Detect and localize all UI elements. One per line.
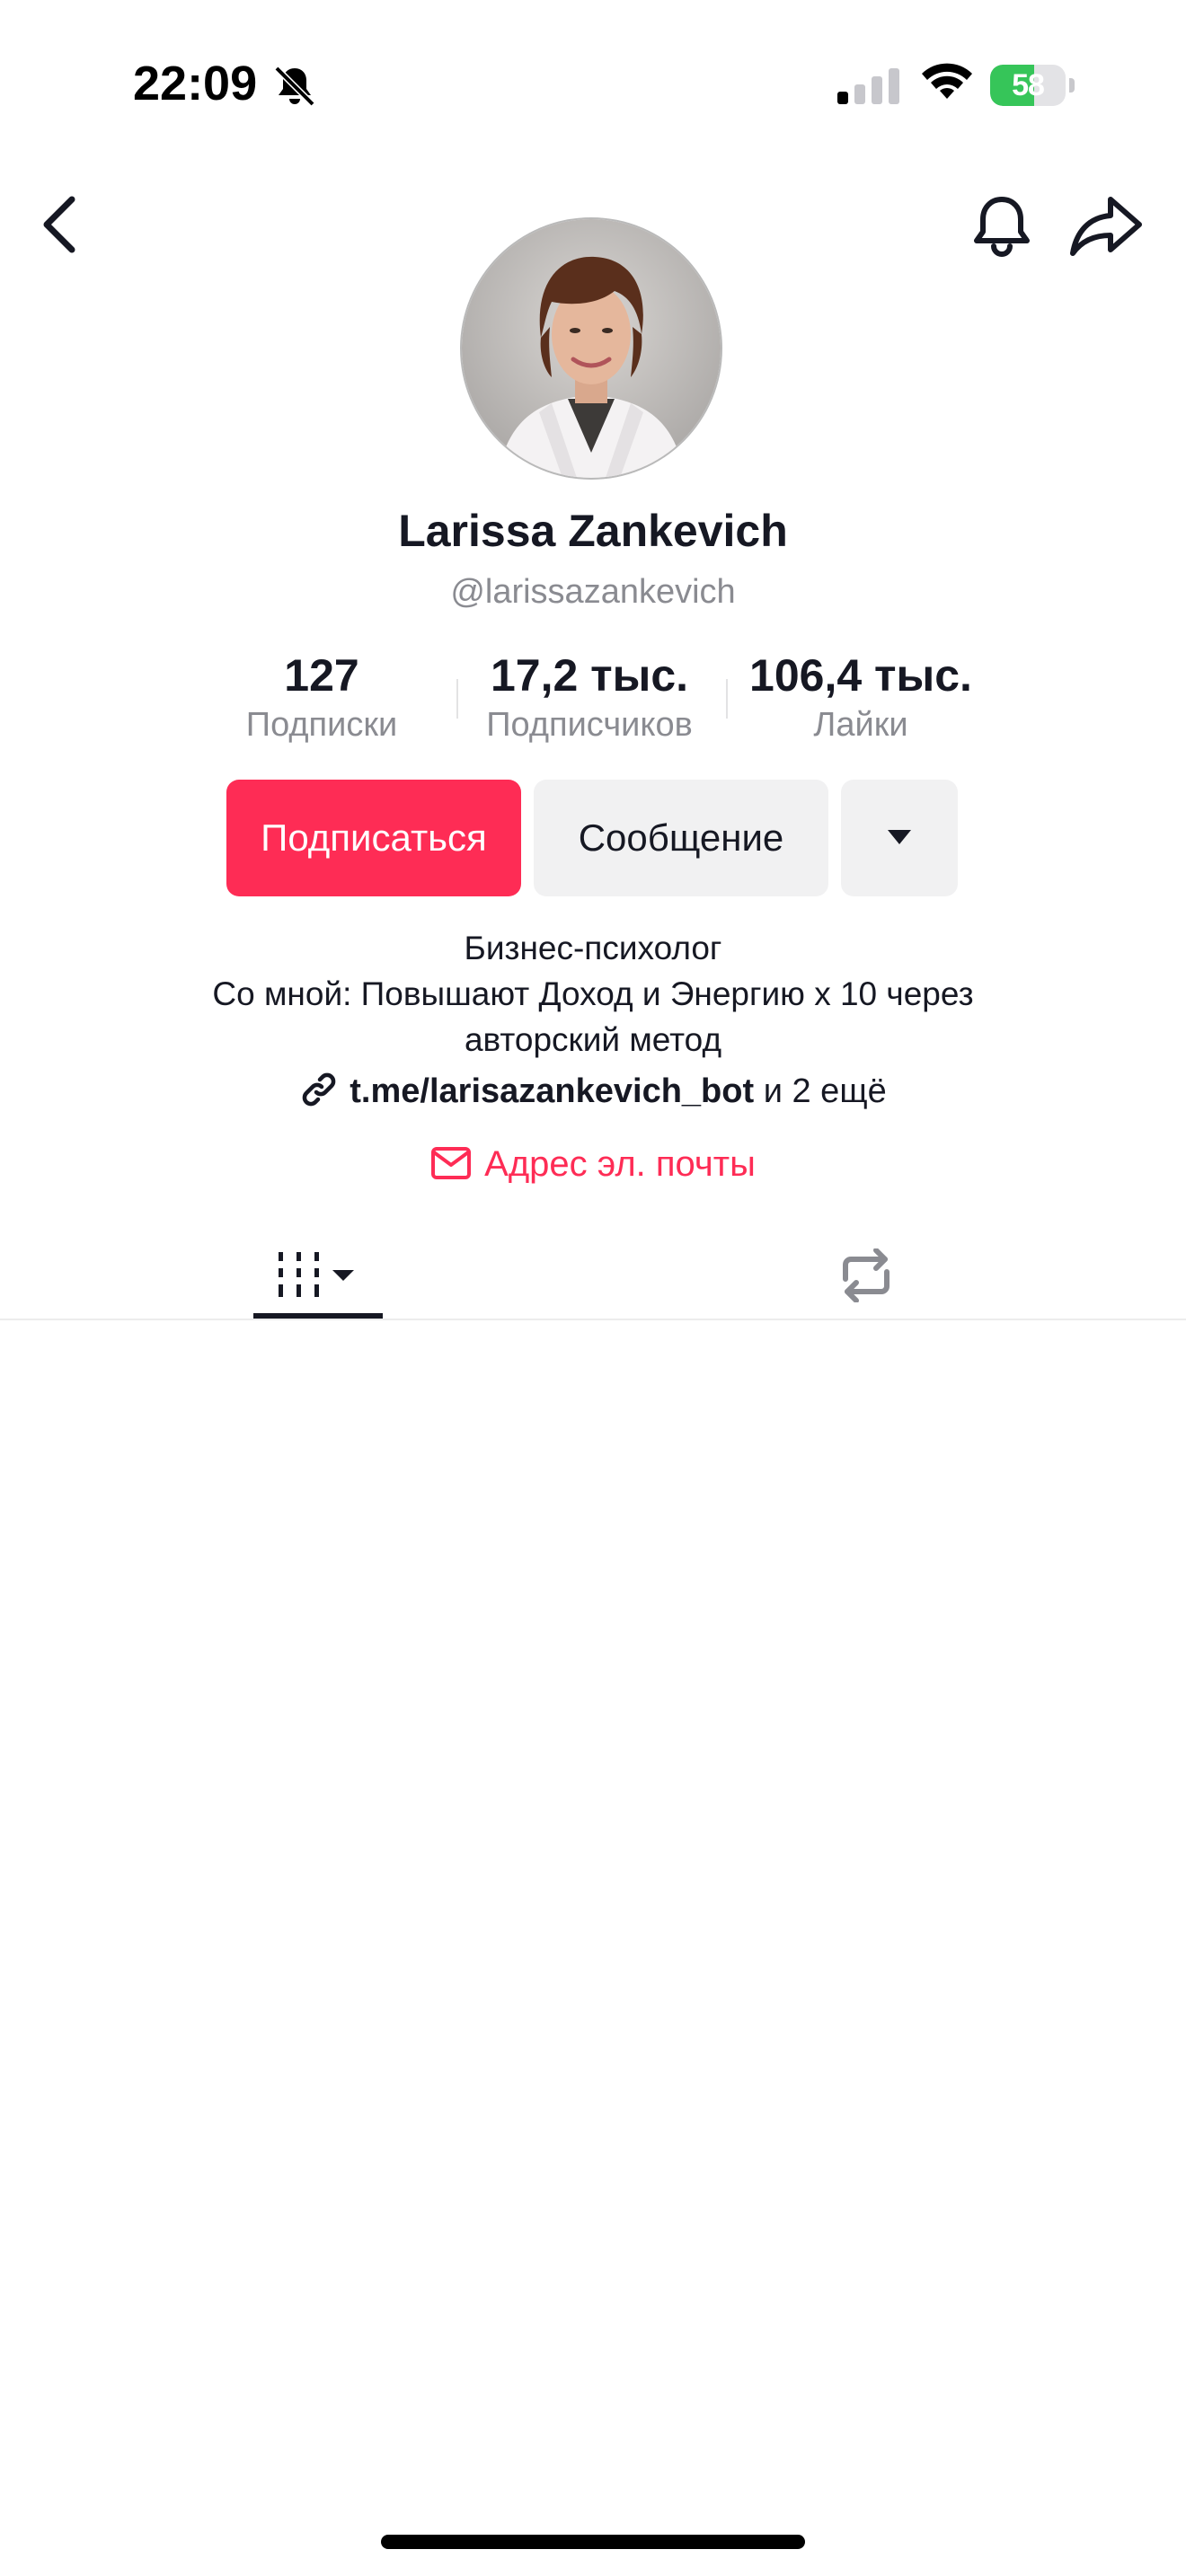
bio-line: Со мной: Повышают Доход и Энергию х 10 ч… [212, 975, 974, 1012]
mail-icon [431, 1147, 472, 1179]
stat-following-value: 127 [284, 650, 359, 701]
bio-line: Бизнес-психолог [464, 930, 722, 966]
email-link[interactable]: Адрес эл. почты [0, 1141, 1186, 1187]
bio: Бизнес-психолог Со мной: Повышают Доход … [0, 925, 1186, 1063]
follow-button[interactable]: Подписаться [226, 780, 521, 896]
tabs-divider [0, 1319, 1186, 1320]
back-button[interactable] [32, 189, 86, 260]
tab-reposts[interactable] [830, 1231, 902, 1320]
stat-followers-label: Подписчиков [486, 706, 693, 744]
stats-divider [456, 679, 458, 719]
stat-likes-label: Лайки [813, 706, 908, 744]
stat-likes[interactable]: 106,4 тыс. Лайки [735, 648, 987, 747]
profile-handle: @larissazankevich [450, 573, 736, 611]
avatar[interactable] [462, 219, 721, 478]
link-icon [302, 1072, 336, 1107]
email-label[interactable]: Адрес эл. почты [484, 1144, 756, 1184]
bio-link-more[interactable]: и 2 ещё [764, 1072, 887, 1110]
avatar-photo [462, 219, 721, 478]
bio-line: авторский метод [464, 1021, 722, 1058]
message-button[interactable]: Сообщение [534, 780, 828, 896]
profile-name: Larissa Zankevich [398, 506, 788, 556]
bio-link-url[interactable]: t.me/larisazankevich_bot [350, 1072, 754, 1110]
bell-icon[interactable] [969, 190, 1035, 262]
cellular-signal-icon [837, 68, 899, 104]
more-options-button[interactable] [841, 780, 958, 896]
grid-videos-icon [279, 1252, 354, 1297]
battery-charging-icon: 58 [990, 65, 1076, 106]
stat-following[interactable]: 127 Подписки [214, 648, 429, 747]
bio-link[interactable]: t.me/larisazankevich_bot и 2 ещё [0, 1069, 1186, 1114]
home-indicator[interactable] [381, 2535, 805, 2549]
repost-icon [843, 1248, 890, 1302]
bell-slash-icon [274, 66, 315, 107]
stat-likes-value: 106,4 тыс. [749, 650, 972, 701]
stat-followers[interactable]: 17,2 тыс. Подписчиков [464, 648, 715, 747]
wifi-icon [922, 63, 972, 99]
status-time: 22:09 [133, 57, 258, 110]
tab-videos[interactable] [253, 1231, 383, 1320]
caret-down-icon [888, 830, 911, 844]
stat-following-label: Подписки [245, 706, 398, 744]
stats-divider [726, 679, 728, 719]
battery-level: 58 [1012, 68, 1045, 102]
share-arrow-icon[interactable] [1067, 190, 1145, 262]
stat-followers-value: 17,2 тыс. [490, 650, 689, 701]
